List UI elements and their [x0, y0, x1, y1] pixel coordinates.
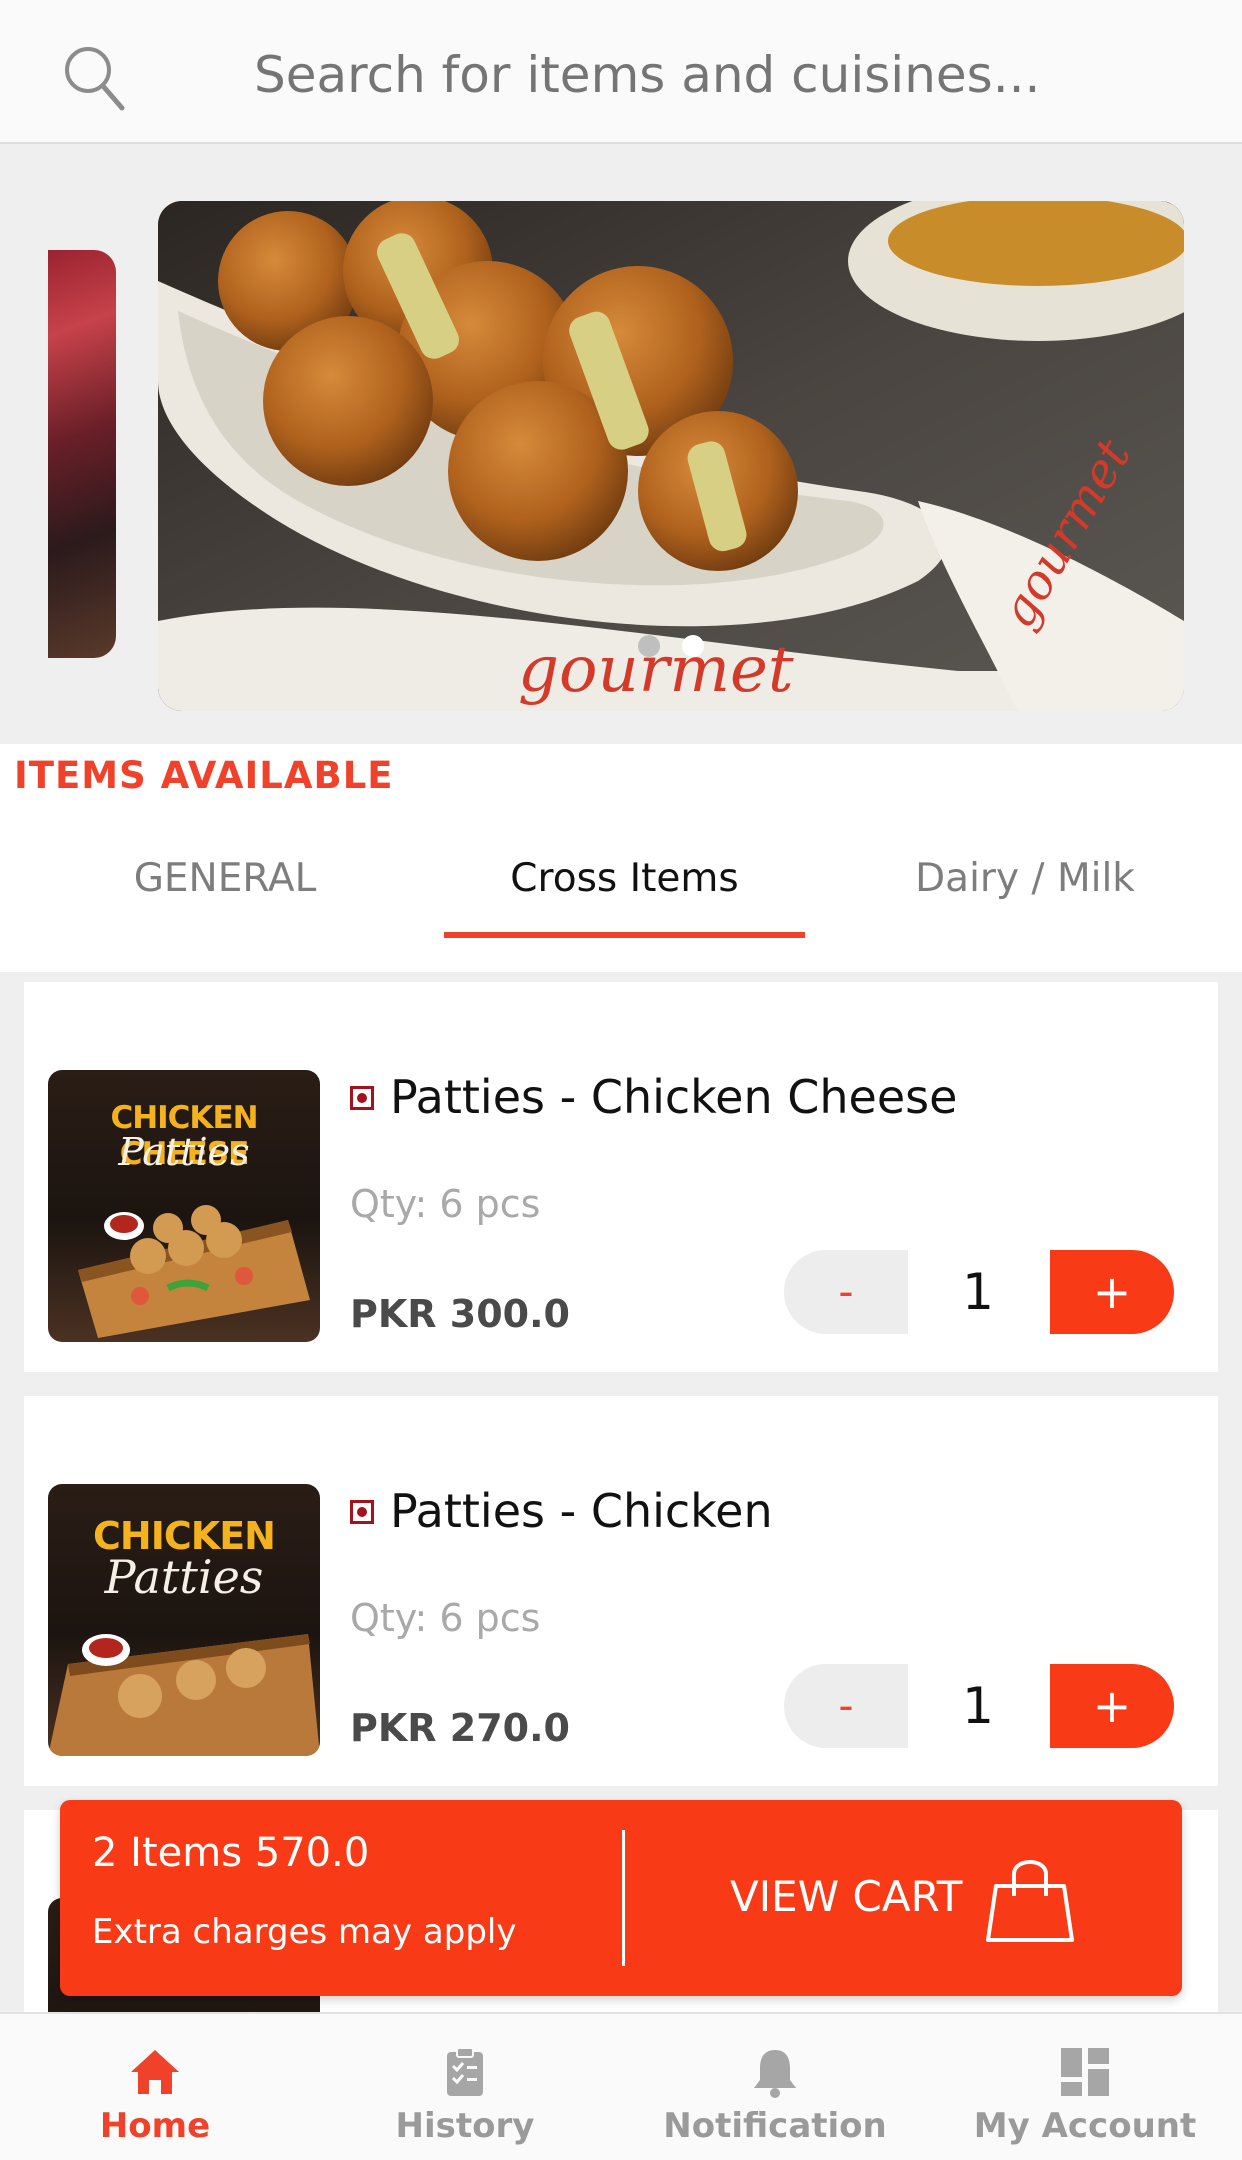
- items-section-header: ITEMS AVAILABLE GENERAL Cross Items Dair…: [0, 744, 1242, 972]
- bottom-navigation: Home History Notification My Account: [0, 2012, 1242, 2160]
- decrease-quantity-button[interactable]: -: [784, 1664, 908, 1748]
- non-veg-indicator-icon: [350, 1086, 374, 1110]
- increase-quantity-button[interactable]: +: [1050, 1664, 1174, 1748]
- product-card[interactable]: CHICKEN Patties Patties - Chicken Qty: 6…: [24, 1396, 1218, 1786]
- patties-illustration: [48, 1634, 320, 1756]
- carousel-dot[interactable]: [638, 635, 660, 657]
- product-qty: Qty: 6 pcs: [350, 1596, 541, 1640]
- bell-icon: [754, 2050, 796, 2098]
- search-icon[interactable]: [62, 44, 126, 114]
- product-image: CHICKEN CHEESE Patties: [48, 1070, 320, 1342]
- dashboard-icon: [1061, 2048, 1109, 2096]
- product-name: Patties - Chicken: [390, 1484, 773, 1538]
- tab-general[interactable]: GENERAL: [40, 844, 410, 914]
- increase-quantity-button[interactable]: +: [1050, 1250, 1174, 1334]
- section-title: ITEMS AVAILABLE: [14, 754, 394, 797]
- cart-divider: [622, 1830, 625, 1966]
- nav-my-account-label: My Account: [973, 2106, 1197, 2146]
- view-cart-button[interactable]: VIEW CART: [730, 1872, 962, 1921]
- nav-notification-label: Notification: [663, 2106, 887, 2146]
- quantity-value: 1: [962, 1263, 994, 1321]
- active-tab-indicator: [444, 932, 805, 938]
- app-screen: gourmet gourmet ITEMS AVAILABLE GENERAL …: [0, 0, 1242, 2160]
- search-input[interactable]: [254, 40, 1154, 110]
- previous-slide-image[interactable]: [48, 250, 116, 658]
- decrease-quantity-button[interactable]: -: [784, 1250, 908, 1334]
- cart-summary: 2 Items 570.0: [92, 1830, 370, 1876]
- banner-carousel[interactable]: gourmet gourmet: [0, 146, 1242, 744]
- nav-my-account[interactable]: My Account: [930, 2014, 1240, 2160]
- nav-history-label: History: [395, 2106, 535, 2146]
- search-bar: [0, 0, 1242, 144]
- non-veg-indicator-icon: [350, 1500, 374, 1524]
- clipboard-icon: [447, 2047, 483, 2096]
- home-icon: [131, 2050, 179, 2094]
- tab-cross-items[interactable]: Cross Items: [444, 844, 805, 914]
- quantity-value: 1: [962, 1677, 994, 1735]
- banner-image[interactable]: gourmet gourmet: [158, 201, 1184, 711]
- product-image: CHICKEN Patties: [48, 1484, 320, 1756]
- shopping-bag-icon: [986, 1860, 1074, 1942]
- carousel-dot-active[interactable]: [682, 635, 704, 657]
- product-name: Patties - Chicken Cheese: [390, 1070, 958, 1124]
- carousel-indicator[interactable]: [158, 635, 1184, 657]
- product-qty: Qty: 6 pcs: [350, 1182, 541, 1226]
- nav-home-label: Home: [99, 2106, 211, 2146]
- patties-illustration: [78, 1205, 310, 1338]
- cart-extra-charges-note: Extra charges may apply: [92, 1912, 517, 1952]
- nav-home[interactable]: Home: [0, 2014, 310, 2160]
- product-card[interactable]: CHICKEN CHEESE Patties Patties - Chicken…: [24, 982, 1218, 1372]
- tab-dairy-milk[interactable]: Dairy / Milk: [840, 844, 1210, 914]
- nav-history[interactable]: History: [310, 2014, 620, 2160]
- view-cart-bar[interactable]: 2 Items 570.0 Extra charges may apply VI…: [60, 1800, 1182, 1996]
- product-price: PKR 300.0: [350, 1292, 570, 1336]
- product-price: PKR 270.0: [350, 1706, 570, 1750]
- nav-notification[interactable]: Notification: [620, 2014, 930, 2160]
